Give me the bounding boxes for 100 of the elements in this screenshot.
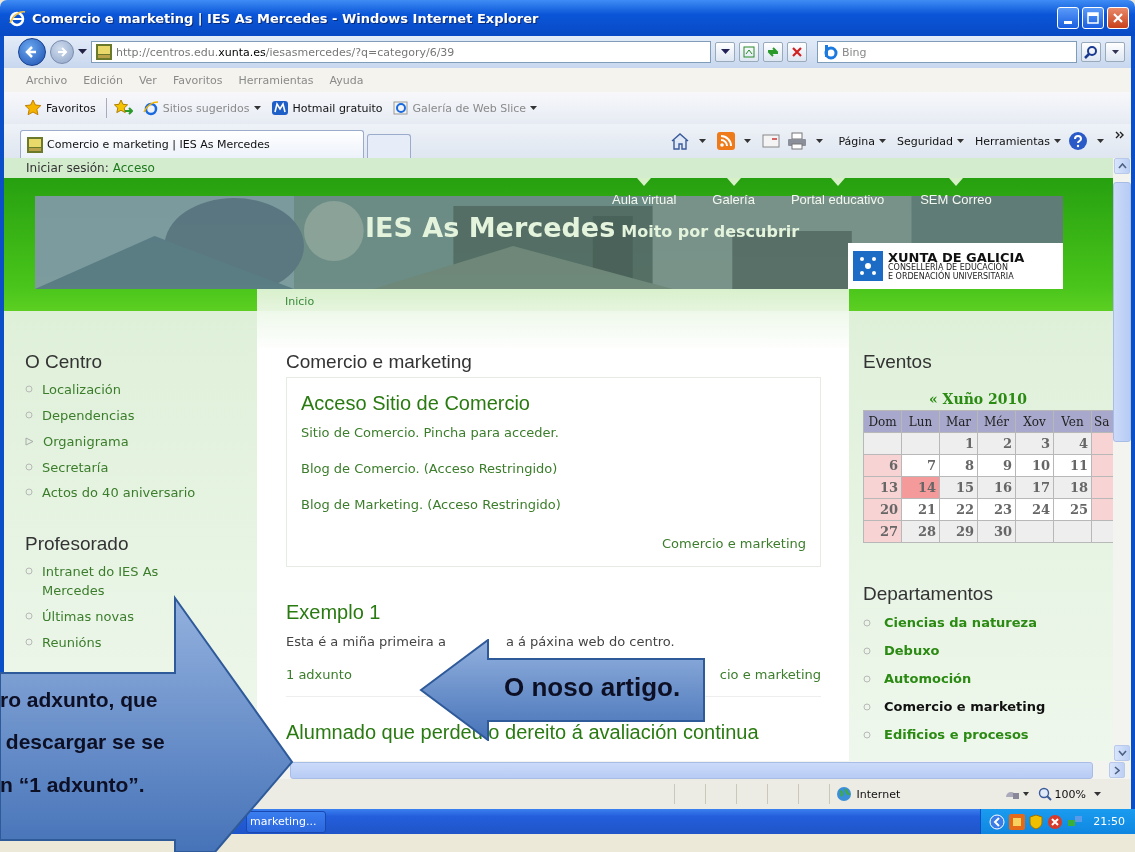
content-link[interactable]: Blog de Marketing. (Acceso Restringido) xyxy=(301,497,561,512)
caret-icon xyxy=(720,49,730,55)
menu-item[interactable]: Archivo xyxy=(26,73,68,87)
address-field[interactable]: http://centros.edu.xunta.es/iesasmercedes/?q=category/6/39 xyxy=(91,41,711,63)
menu-item[interactable]: Herramientas xyxy=(238,73,314,87)
weekday-header: Ven xyxy=(1061,414,1084,429)
feed-icon[interactable] xyxy=(717,132,736,150)
sidebar-link[interactable]: Secretaría xyxy=(42,458,109,478)
logo-subtitle: E ORDENACIÓN UNIVERSITARIA xyxy=(888,272,1015,282)
chevron-icon[interactable] xyxy=(1115,130,1125,140)
minimize-button[interactable] xyxy=(1057,7,1079,29)
search-engine-icon xyxy=(822,44,838,60)
breadcrumb-link[interactable]: Inicio xyxy=(285,295,315,308)
sidebar-link[interactable]: Organigrama xyxy=(43,432,129,452)
stop-button[interactable] xyxy=(787,42,807,62)
sidebar-heading: O Centro xyxy=(25,351,104,373)
caret-icon[interactable] xyxy=(78,49,87,55)
refresh-button[interactable] xyxy=(763,42,783,62)
sidebar-link[interactable]: Reunións xyxy=(42,633,102,653)
globe-icon xyxy=(835,786,852,802)
login-link[interactable]: Acceso xyxy=(112,161,155,175)
site-title: IES As Mercedes xyxy=(365,212,616,243)
tray-expand-icon[interactable] xyxy=(989,813,1006,830)
mail-icon[interactable] xyxy=(762,134,781,148)
department-link[interactable]: Ciencias da natureza xyxy=(884,615,1037,630)
print-icon[interactable] xyxy=(787,132,808,150)
site-nav-link[interactable]: Galería xyxy=(712,178,755,207)
calendar-month-link[interactable]: « Xuño 2010 xyxy=(863,391,1093,407)
favorites-link[interactable]: Hotmail gratuito xyxy=(270,100,383,116)
search-options-button[interactable] xyxy=(1105,42,1125,62)
search-button[interactable] xyxy=(1081,42,1101,62)
callout-text: ro adxunto, que xyxy=(0,687,159,713)
command-menu[interactable]: Página xyxy=(838,134,887,148)
add-favorite-icon[interactable] xyxy=(112,99,133,117)
category-link[interactable]: cio e marketing xyxy=(719,667,821,682)
tray-app-icon[interactable] xyxy=(1009,813,1026,830)
sidebar-heading: Departamentos xyxy=(863,583,994,605)
minimize-icon xyxy=(1064,20,1072,24)
login-label: Iniciar sesión: xyxy=(26,161,109,175)
caret-icon[interactable] xyxy=(816,138,824,144)
vertical-scrollbar[interactable] xyxy=(1113,158,1131,761)
sidebar-heading: Eventos xyxy=(863,351,933,373)
card-title[interactable]: Acceso Sitio de Comercio xyxy=(301,392,530,415)
sidebar-link[interactable]: Intranet do IES As Mercedes xyxy=(42,563,192,601)
favorites-button[interactable]: Favoritos xyxy=(20,97,100,119)
department-link[interactable]: Edificios e procesos xyxy=(884,727,1029,742)
article-title[interactable]: Alumnado que perdeu o dereito á avaliación continua xyxy=(286,721,821,744)
home-icon[interactable] xyxy=(670,132,691,150)
calendar-day[interactable]: 6 xyxy=(863,454,902,477)
caret-icon[interactable] xyxy=(1094,791,1101,797)
command-menu[interactable]: Herramientas xyxy=(975,134,1061,148)
taskbar-button[interactable]: marketing... xyxy=(246,810,326,833)
department-link[interactable]: Comercio e marketing xyxy=(884,699,1046,714)
menu-item[interactable]: Ver xyxy=(138,73,157,87)
site-nav-link[interactable]: Aula virtual xyxy=(612,178,677,207)
category-link[interactable]: Comercio e marketing xyxy=(662,536,806,551)
menu-item[interactable]: Favoritos xyxy=(172,73,223,87)
site-nav-link[interactable]: Portal educativo xyxy=(790,178,885,207)
help-icon[interactable] xyxy=(1068,131,1088,151)
content-link[interactable]: Sitio de Comercio. Pincha para acceder. xyxy=(301,425,559,440)
menu-item[interactable]: Edición xyxy=(83,73,123,87)
attachment-link[interactable]: 1 adxunto xyxy=(286,667,352,682)
back-button[interactable] xyxy=(18,38,46,66)
compatibility-icon xyxy=(743,46,755,58)
menu-item[interactable]: Ayuda xyxy=(329,73,364,87)
circle-bullet-icon xyxy=(25,637,33,646)
search-field[interactable]: Bing xyxy=(817,41,1077,63)
zoom-control[interactable]: 100% xyxy=(1037,787,1086,801)
content-link[interactable]: Blog de Comercio. (Acceso Restringido) xyxy=(301,461,558,476)
caret-icon[interactable] xyxy=(744,138,752,144)
calendar-day[interactable]: 20 xyxy=(863,498,902,521)
shield-icon[interactable] xyxy=(1029,813,1044,830)
sidebar-heading: Profesorado xyxy=(25,533,130,556)
caret-icon[interactable] xyxy=(1097,138,1104,144)
circle-bullet-icon xyxy=(25,567,33,576)
triangle-bullet-icon xyxy=(25,436,34,446)
close-button[interactable] xyxy=(1107,7,1129,29)
command-menu[interactable]: Seguridad xyxy=(897,134,965,148)
sidebar-link[interactable]: Dependencias xyxy=(42,406,135,426)
calendar-day[interactable]: 13 xyxy=(863,476,902,499)
favicon-icon xyxy=(27,136,43,153)
forward-arrow-icon xyxy=(55,45,69,59)
sidebar-link[interactable]: Actos do 40 aniversario xyxy=(42,484,196,504)
browser-tab[interactable]: Comercio e marketing | IES As Mercedes xyxy=(20,130,364,158)
circle-bullet-icon xyxy=(25,385,33,393)
maximize-button[interactable] xyxy=(1082,7,1104,29)
browser-logo-icon xyxy=(142,100,159,116)
caret-icon[interactable] xyxy=(699,138,707,144)
site-nav-link[interactable]: SEM Correo xyxy=(920,178,992,207)
dropdown-button[interactable] xyxy=(715,42,735,62)
department-link[interactable]: Automoción xyxy=(884,671,972,686)
security-alert-icon[interactable] xyxy=(1047,813,1064,830)
calendar-day[interactable]: 27 xyxy=(863,520,902,543)
article-title[interactable]: Exemplo 1 xyxy=(286,601,821,624)
sidebar-link[interactable]: Últimas novas xyxy=(42,607,134,627)
maximize-icon xyxy=(1087,12,1099,24)
caret-icon xyxy=(1111,49,1119,55)
department-link[interactable]: Debuxo xyxy=(884,643,940,658)
sidebar-link[interactable]: Localización xyxy=(42,381,122,400)
refresh-icon xyxy=(766,46,780,58)
